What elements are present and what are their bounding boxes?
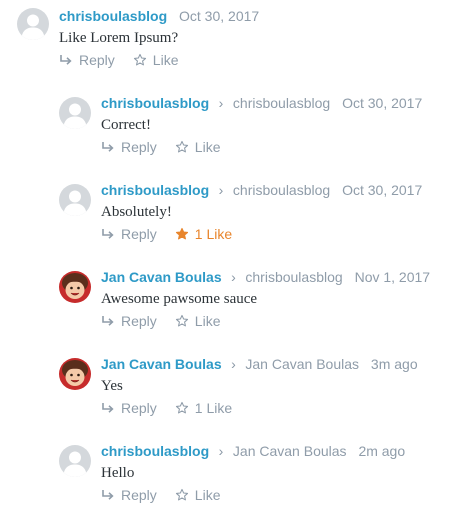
- reply-button[interactable]: Reply: [101, 486, 157, 504]
- like-button[interactable]: Like: [133, 51, 179, 69]
- comment-text: Yes: [101, 378, 123, 394]
- comment-text: Correct!: [101, 117, 151, 133]
- like-label: Like: [152, 52, 179, 68]
- comment: chrisboulasblog › chrisboulasblog Oct 30…: [0, 174, 457, 244]
- reply-button[interactable]: Reply: [101, 399, 157, 417]
- comment-meta: Jan Cavan Boulas › chrisboulasblog Nov 1…: [101, 268, 430, 286]
- in-reply-to-link[interactable]: chrisboulasblog: [233, 182, 330, 198]
- like-label: Like: [194, 313, 221, 329]
- cartoon-avatar-icon[interactable]: [59, 271, 91, 303]
- default-avatar-icon[interactable]: [59, 97, 91, 129]
- like-label: 1 Like: [194, 226, 233, 242]
- comment-actions: Reply Like: [59, 51, 178, 69]
- cartoon-avatar-icon[interactable]: [59, 358, 91, 390]
- comment-actions: Reply 1 Like: [101, 225, 232, 243]
- chevron-right-icon: ›: [231, 269, 236, 285]
- comment-actions: Reply Like: [101, 138, 220, 156]
- like-label: Like: [194, 487, 221, 503]
- chevron-right-icon: ›: [218, 443, 224, 459]
- comment: chrisboulasblog › chrisboulasblog Oct 30…: [0, 87, 457, 157]
- like-button[interactable]: Like: [175, 486, 221, 504]
- reply-icon: [60, 55, 72, 65]
- like-button[interactable]: 1 Like: [175, 225, 232, 243]
- reply-icon: [102, 490, 114, 500]
- chevron-right-icon: ›: [218, 182, 224, 198]
- like-button[interactable]: 1 Like: [175, 399, 232, 417]
- reply-icon: [102, 229, 114, 239]
- comment-author-link[interactable]: chrisboulasblog: [59, 8, 167, 24]
- reply-button[interactable]: Reply: [101, 312, 157, 330]
- comment-meta: chrisboulasblog › chrisboulasblog Oct 30…: [101, 94, 422, 112]
- comment-author-link[interactable]: Jan Cavan Boulas: [101, 356, 222, 372]
- reply-button[interactable]: Reply: [101, 225, 157, 243]
- default-avatar-icon[interactable]: [59, 184, 91, 216]
- comment-meta: chrisboulasblog Oct 30, 2017: [59, 7, 259, 25]
- comment-text: Awesome pawsome sauce: [101, 291, 258, 307]
- star-filled-icon: [175, 227, 188, 240]
- reply-label: Reply: [121, 139, 157, 155]
- like-button[interactable]: Like: [175, 312, 221, 330]
- star-icon: [175, 401, 188, 414]
- comment-text: Absolutely!: [101, 204, 172, 220]
- comment-author-link[interactable]: chrisboulasblog: [101, 182, 209, 198]
- comment-date[interactable]: 2m ago: [358, 443, 405, 459]
- comment-meta: chrisboulasblog › Jan Cavan Boulas 2m ag…: [101, 442, 405, 460]
- comment-actions: Reply Like: [101, 312, 220, 330]
- star-icon: [175, 488, 188, 501]
- star-icon: [175, 314, 188, 327]
- comment-actions: Reply Like: [101, 486, 220, 504]
- comment-text: Hello: [101, 465, 135, 481]
- reply-label: Reply: [121, 487, 157, 503]
- comment: chrisboulasblog › Jan Cavan Boulas 2m ag…: [0, 435, 457, 505]
- comment-meta: chrisboulasblog › chrisboulasblog Oct 30…: [101, 181, 422, 199]
- comment-author-link[interactable]: Jan Cavan Boulas: [101, 269, 222, 285]
- reply-icon: [102, 403, 114, 413]
- comment: chrisboulasblog Oct 30, 2017 Like Lorem …: [0, 0, 457, 70]
- comment-date[interactable]: Oct 30, 2017: [342, 95, 422, 111]
- reply-label: Reply: [121, 226, 157, 242]
- comment-date[interactable]: Oct 30, 2017: [342, 182, 422, 198]
- chevron-right-icon: ›: [218, 95, 224, 111]
- reply-icon: [102, 316, 114, 326]
- star-icon: [175, 140, 188, 153]
- comment: Jan Cavan Boulas › chrisboulasblog Nov 1…: [0, 261, 457, 331]
- reply-label: Reply: [121, 313, 157, 329]
- in-reply-to-link[interactable]: Jan Cavan Boulas: [245, 356, 359, 372]
- comment-author-link[interactable]: chrisboulasblog: [101, 95, 209, 111]
- comment-text: Like Lorem Ipsum?: [59, 30, 179, 46]
- comment: Jan Cavan Boulas › Jan Cavan Boulas 3m a…: [0, 348, 457, 418]
- comment-date[interactable]: 3m ago: [371, 356, 418, 372]
- reply-label: Reply: [79, 52, 115, 68]
- comment-author-link[interactable]: chrisboulasblog: [101, 443, 209, 459]
- reply-button[interactable]: Reply: [59, 51, 115, 69]
- comment-date[interactable]: Oct 30, 2017: [179, 8, 259, 24]
- chevron-right-icon: ›: [231, 356, 236, 372]
- star-icon: [133, 53, 146, 66]
- in-reply-to-link[interactable]: chrisboulasblog: [245, 269, 342, 285]
- comment-meta: Jan Cavan Boulas › Jan Cavan Boulas 3m a…: [101, 355, 418, 373]
- comment-date[interactable]: Nov 1, 2017: [355, 269, 431, 285]
- reply-icon: [102, 142, 114, 152]
- in-reply-to-link[interactable]: chrisboulasblog: [233, 95, 330, 111]
- like-button[interactable]: Like: [175, 138, 221, 156]
- reply-button[interactable]: Reply: [101, 138, 157, 156]
- default-avatar-icon[interactable]: [59, 445, 91, 477]
- reply-label: Reply: [121, 400, 157, 416]
- default-avatar-icon[interactable]: [17, 8, 49, 40]
- comment-actions: Reply 1 Like: [101, 399, 232, 417]
- like-label: Like: [194, 139, 221, 155]
- in-reply-to-link[interactable]: Jan Cavan Boulas: [233, 443, 347, 459]
- like-label: 1 Like: [194, 400, 233, 416]
